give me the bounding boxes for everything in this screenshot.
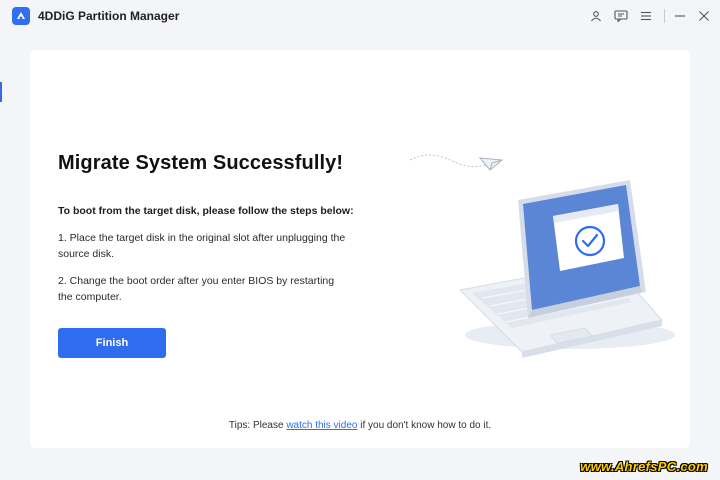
page-title: Migrate System Successfully! xyxy=(58,152,344,174)
title-bar-divider xyxy=(664,9,665,23)
step-1: 1. Place the target disk in the original… xyxy=(58,232,346,260)
watermark-text: www.AhrefsPC.com xyxy=(580,459,708,474)
tips-suffix: if you don't know how to do it. xyxy=(357,420,492,431)
step-2: 2. Change the boot order after you enter… xyxy=(58,275,335,303)
instructions-heading: To boot from the target disk, please fol… xyxy=(58,205,354,217)
tips-text: Tips: Please watch this video if you don… xyxy=(30,420,690,431)
app-title: 4DDiG Partition Manager xyxy=(38,9,180,23)
watch-video-link[interactable]: watch this video xyxy=(286,420,357,431)
laptop-illustration xyxy=(409,130,675,365)
feedback-icon[interactable] xyxy=(611,6,631,26)
menu-icon[interactable] xyxy=(636,6,656,26)
account-icon[interactable] xyxy=(586,6,606,26)
finish-button[interactable]: Finish xyxy=(58,328,166,358)
app-logo-icon xyxy=(12,7,30,25)
result-card: Migrate System Successfully! To boot fro… xyxy=(30,50,690,448)
tips-prefix: Tips: Please xyxy=(228,420,287,431)
close-icon[interactable] xyxy=(694,6,714,26)
window-edge-accent xyxy=(0,82,2,102)
title-bar: 4DDiG Partition Manager xyxy=(0,0,720,32)
minimize-icon[interactable] xyxy=(670,6,690,26)
